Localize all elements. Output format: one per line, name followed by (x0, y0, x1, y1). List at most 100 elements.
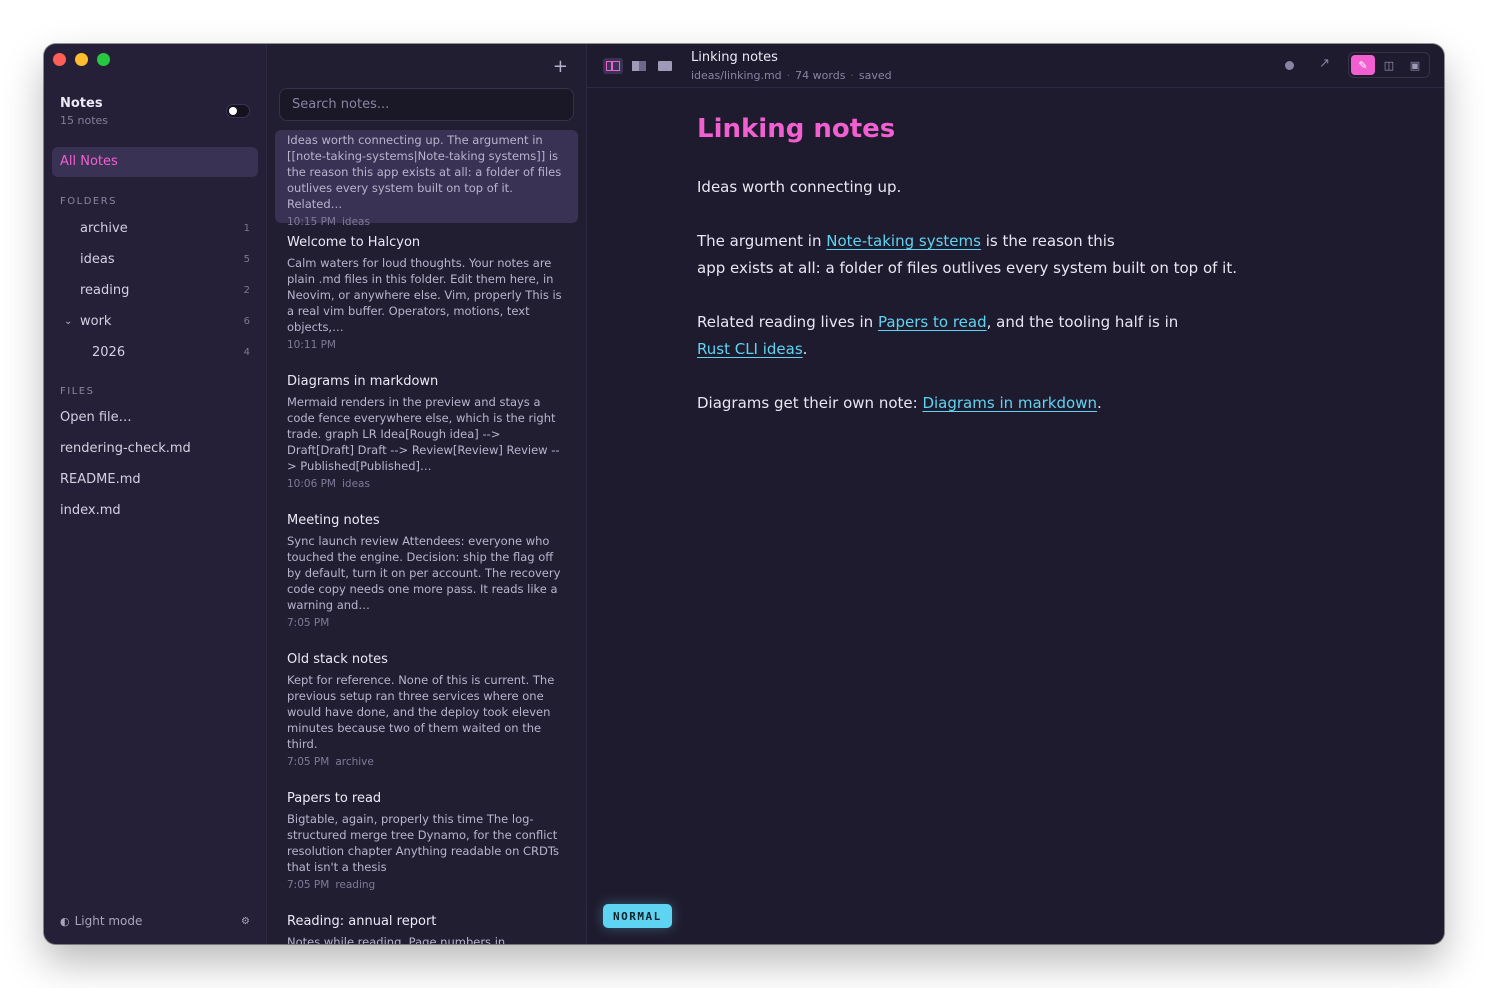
note-preview: Mermaid renders in the preview and stays… (287, 395, 560, 473)
folder-label: 2026 (92, 344, 126, 360)
text: , and the tooling half is in (986, 313, 1179, 331)
theme-half-circle-icon: ◐ (60, 914, 70, 928)
sidebar-item-all-notes[interactable]: All Notes (52, 147, 258, 177)
search-input[interactable] (279, 88, 574, 121)
document-path: ideas/linking.md (691, 69, 782, 82)
folder-item-reading[interactable]: reading 2 (60, 279, 250, 301)
note-item[interactable]: Papers to read Bigtable, again, properly… (275, 791, 578, 891)
vim-toggle[interactable] (226, 104, 250, 118)
chevron-down-icon[interactable]: ⌄ (64, 316, 74, 327)
note-time: 10:15 PM (287, 216, 336, 228)
note-meta: 7:05 PM (287, 617, 566, 629)
note-meta: 10:06 PM ideas (287, 478, 566, 490)
layout-two-pane-button[interactable] (629, 58, 649, 74)
vault-note-count: 15 notes (60, 114, 109, 127)
separator-dot: · (850, 69, 854, 82)
file-item-readme[interactable]: README.md (60, 472, 141, 487)
gear-icon[interactable]: ⚙ (241, 916, 250, 927)
note-item[interactable]: Meeting notes Sync launch review Attende… (275, 513, 578, 629)
edit-mode-button[interactable]: ✎ (1351, 55, 1375, 75)
note-title: Meeting notes (287, 513, 380, 528)
folder-count: 4 (243, 346, 250, 358)
folder-count: 6 (243, 315, 250, 327)
files-section-label: FILES (60, 386, 95, 397)
note-meta: 10:11 PM (287, 339, 566, 351)
light-mode-button[interactable]: Light mode (75, 914, 143, 928)
folder-item-2026[interactable]: 2026 4 (60, 341, 250, 363)
open-external-icon[interactable]: ↗ (1319, 56, 1330, 71)
preview-icon: ▣ (1409, 58, 1421, 72)
sidebar-footer: ◐ Light mode ⚙ (60, 914, 250, 928)
vault-header: Notes 15 notes (60, 96, 250, 127)
note-title: Diagrams in markdown (287, 374, 439, 389)
note-item[interactable]: Reading: annual report Notes while readi… (275, 914, 578, 944)
folder-item-work[interactable]: ⌄ work 6 (60, 310, 250, 332)
wiki-link-rust-cli-ideas[interactable]: Rust CLI ideas (697, 340, 803, 358)
note-heading: Linking notes (697, 114, 896, 144)
preview-mode-button[interactable]: ▣ (1403, 55, 1427, 75)
folder-label: work (80, 313, 112, 329)
note-tag: ideas (342, 216, 370, 228)
file-item-rendering-check[interactable]: rendering-check.md (60, 441, 191, 456)
two-pane-icon (632, 61, 646, 71)
save-status: saved (858, 69, 892, 82)
note-item[interactable]: Diagrams in markdown Mermaid renders in … (275, 374, 578, 490)
note-time: 7:05 PM (287, 756, 330, 768)
wiki-link-papers-to-read[interactable]: Papers to read (878, 313, 987, 331)
paragraph: Diagrams get their own note: Diagrams in… (697, 390, 1364, 417)
note-title: Old stack notes (287, 652, 388, 667)
note-item[interactable]: Welcome to Halcyon Calm waters for loud … (275, 235, 578, 351)
document-title: Linking notes (691, 50, 778, 65)
note-preview: Sync launch review Attendees: everyone w… (287, 534, 561, 612)
three-pane-icon (606, 61, 620, 71)
wiki-link-note-taking-systems[interactable]: Note-taking systems (826, 232, 981, 250)
note-content[interactable]: Linking notes Ideas worth connecting up.… (697, 114, 1364, 444)
file-item-index[interactable]: index.md (60, 503, 121, 518)
pencil-icon: ✎ (1358, 58, 1368, 72)
note-title: Reading: annual report (287, 914, 437, 929)
note-preview: Bigtable, again, properly this time The … (287, 812, 560, 874)
note-tag: archive (335, 756, 374, 768)
separator-dot: · (786, 69, 791, 82)
note-list: + Ideas worth connecting up. The argumen… (267, 44, 587, 944)
minimize-window-button[interactable] (75, 53, 88, 66)
paragraph: Related reading lives in Papers to read,… (697, 309, 1364, 363)
note-meta: 7:05 PM archive (287, 756, 566, 768)
window-controls (53, 53, 110, 66)
folder-label: archive (80, 220, 128, 236)
folder-item-archive[interactable]: archive 1 (60, 217, 250, 239)
word-count: 74 words (795, 69, 846, 82)
note-meta: 10:15 PM ideas (287, 216, 566, 228)
open-file-item[interactable]: Open file… (60, 410, 132, 425)
text: app exists at all: a folder of files out… (697, 259, 1237, 277)
text: Diagrams get their own note: (697, 394, 923, 412)
paragraph: The argument in Note-taking systems is t… (697, 228, 1364, 282)
text: The argument in (697, 232, 827, 250)
note-item-selected[interactable]: Ideas worth connecting up. The argument … (275, 130, 578, 228)
vim-mode-indicator: NORMAL (603, 904, 672, 928)
note-time: 7:05 PM (287, 617, 330, 629)
close-window-button[interactable] (53, 53, 66, 66)
layout-switcher (603, 58, 675, 74)
layout-focus-button[interactable] (655, 58, 675, 74)
zoom-window-button[interactable] (97, 53, 110, 66)
split-mode-button[interactable]: ◫ (1377, 55, 1401, 75)
note-tag: ideas (342, 478, 370, 490)
text: . (1097, 394, 1102, 412)
status-dot-icon[interactable] (1285, 61, 1294, 70)
folder-count: 2 (243, 284, 250, 296)
note-time: 10:11 PM (287, 339, 336, 351)
text: is the reason this (980, 232, 1115, 250)
folder-item-ideas[interactable]: ideas 5 (60, 248, 250, 270)
view-mode-group: ✎ ◫ ▣ (1348, 52, 1430, 78)
paragraph: Ideas worth connecting up. (697, 178, 902, 196)
app-window: Notes 15 notes All Notes FOLDERS archive… (44, 44, 1444, 944)
text: Related reading lives in (697, 313, 878, 331)
note-preview: Calm waters for loud thoughts. Your note… (287, 256, 562, 334)
note-preview: Ideas worth connecting up. The argument … (287, 133, 562, 211)
note-item[interactable]: Old stack notes Kept for reference. None… (275, 652, 578, 768)
new-note-button[interactable]: + (553, 56, 568, 77)
note-title: Welcome to Halcyon (287, 235, 421, 250)
wiki-link-diagrams-in-markdown[interactable]: Diagrams in markdown (922, 394, 1097, 412)
layout-three-pane-button[interactable] (603, 58, 623, 74)
